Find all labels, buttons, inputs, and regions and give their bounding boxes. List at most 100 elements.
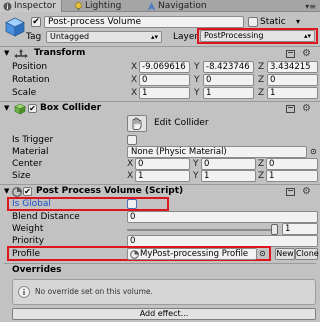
component-title: Transform (34, 48, 86, 58)
size-label: Size (12, 171, 31, 181)
post-process-icon (12, 187, 22, 197)
scale-label: Scale (12, 88, 37, 98)
component-title: Box Collider (40, 103, 102, 113)
edit-collider-label: Edit Collider (154, 118, 209, 128)
profile-label: Profile (12, 249, 40, 259)
post-process-enabled-checkbox[interactable]: ✔ (23, 187, 32, 196)
position-y-field[interactable]: -8.423746 (203, 61, 254, 73)
layer-dropdown[interactable]: PostProcessing ▴▾ (200, 30, 315, 42)
gear-icon[interactable]: ⚙ (302, 47, 311, 60)
rotation-x-field[interactable]: 0 (139, 74, 190, 86)
axis-y-label: Y (194, 62, 200, 72)
material-field[interactable]: None (Physic Material) (127, 146, 307, 158)
layer-label: Layer (173, 32, 199, 42)
rotation-y-field[interactable]: 0 (203, 74, 254, 86)
gear-icon[interactable]: ⚙ (302, 185, 311, 198)
tab-inspector[interactable]: Inspector (0, 0, 62, 12)
dropdown-arrow-icon: ▴▾ (150, 33, 158, 41)
object-picker-icon[interactable]: ⊙ (259, 249, 266, 259)
overrides-title: Overrides (12, 265, 62, 275)
scale-z-field[interactable]: 1 (267, 87, 318, 99)
cube-icon (4, 16, 26, 38)
tag-dropdown[interactable]: Untagged ▴▾ (46, 31, 162, 43)
no-override-message-box: No override set on this volume. (12, 279, 316, 305)
tab-lighting[interactable]: Lighting (74, 0, 130, 12)
axis-x-label: X (127, 171, 134, 181)
add-effect-button[interactable]: Add effect... (12, 308, 316, 320)
axis-z-label: Z (258, 62, 265, 72)
tab-bar: Inspector Lighting Navigation ▾≡ (0, 0, 320, 12)
dropdown-arrow-icon: ▴▾ (303, 32, 311, 40)
rotation-z-field[interactable]: 0 (267, 74, 318, 86)
info-icon (3, 2, 12, 11)
size-y-field[interactable]: 1 (201, 170, 256, 182)
transform-header[interactable]: ▼ Transform ⚙ (0, 46, 320, 60)
weight-field[interactable]: 1 (282, 223, 318, 235)
axis-z-label: Z (258, 88, 265, 98)
axis-y-label: Y (194, 88, 200, 98)
object-picker-icon[interactable]: ⊙ (310, 147, 317, 157)
object-name-input[interactable]: Post-process Volume (44, 16, 244, 28)
axis-z-label: Z (258, 171, 265, 181)
material-label: Material (12, 147, 49, 157)
axis-y-label: Y (193, 159, 199, 169)
axis-z-label: Z (258, 75, 265, 85)
static-checkbox[interactable] (248, 17, 258, 27)
tag-label: Tag (26, 32, 42, 42)
weight-label: Weight (12, 224, 44, 234)
no-override-message: No override set on this volume. (35, 287, 153, 296)
axis-x-label: X (131, 75, 138, 85)
tab-navigation[interactable]: Navigation (147, 0, 217, 12)
help-icon[interactable] (286, 188, 295, 196)
navigation-icon (147, 2, 156, 11)
edit-collider-button[interactable] (127, 115, 147, 132)
blend-distance-field[interactable]: 0 (127, 211, 318, 223)
post-process-header[interactable]: ▼ ✔ Post Process Volume (Script) ⚙ (0, 184, 320, 198)
box-collider-header[interactable]: ▼ ✔ Box Collider ⚙ (0, 101, 320, 115)
rotation-label: Rotation (12, 75, 50, 85)
weight-slider-track[interactable] (127, 229, 275, 231)
profile-asset-icon (130, 249, 139, 259)
center-label: Center (12, 159, 43, 169)
center-x-field[interactable]: 0 (135, 158, 190, 170)
help-icon[interactable] (286, 105, 295, 113)
axis-x-label: X (131, 88, 138, 98)
axis-z-label: Z (258, 159, 265, 169)
size-z-field[interactable]: 1 (266, 170, 318, 182)
static-label: Static (260, 17, 286, 27)
weight-slider-thumb[interactable] (271, 224, 278, 235)
blend-distance-label: Blend Distance (12, 212, 80, 222)
size-x-field[interactable]: 1 (135, 170, 190, 182)
tab-menu-icon[interactable]: ▾≡ (305, 2, 316, 11)
position-label: Position (12, 62, 48, 72)
axis-x-label: X (127, 159, 134, 169)
is-global-label: Is Global (12, 199, 51, 209)
scale-x-field[interactable]: 1 (139, 87, 190, 99)
active-checkbox[interactable]: ✔ (31, 17, 41, 27)
is-trigger-checkbox[interactable] (127, 135, 137, 145)
new-profile-button[interactable]: New (275, 248, 295, 260)
profile-field[interactable]: MyPost-processing Profile (127, 248, 257, 260)
position-x-field[interactable]: -9.069616 (139, 61, 190, 73)
center-y-field[interactable]: 0 (201, 158, 256, 170)
static-dropdown-icon[interactable]: ▾ (296, 16, 300, 28)
axis-x-label: X (131, 62, 138, 72)
is-global-checkbox[interactable] (127, 199, 137, 209)
edit-collider-icon (132, 117, 142, 130)
box-collider-enabled-checkbox[interactable]: ✔ (28, 104, 37, 113)
help-icon[interactable] (286, 50, 295, 58)
lightbulb-icon (74, 1, 83, 11)
center-z-field[interactable]: 0 (266, 158, 318, 170)
is-trigger-label: Is Trigger (12, 135, 54, 145)
clone-profile-button[interactable]: Clone (295, 248, 319, 260)
foldout-arrow-icon[interactable]: ▼ (4, 47, 9, 60)
transform-icon (14, 49, 28, 59)
gear-icon[interactable]: ⚙ (302, 102, 311, 115)
axis-y-label: Y (193, 171, 199, 181)
info-icon (18, 286, 30, 298)
box-collider-icon (14, 103, 26, 115)
position-z-field[interactable]: 3.434215 (267, 61, 318, 73)
scale-y-field[interactable]: 1 (203, 87, 254, 99)
axis-y-label: Y (194, 75, 200, 85)
foldout-arrow-icon[interactable]: ▼ (4, 102, 9, 115)
